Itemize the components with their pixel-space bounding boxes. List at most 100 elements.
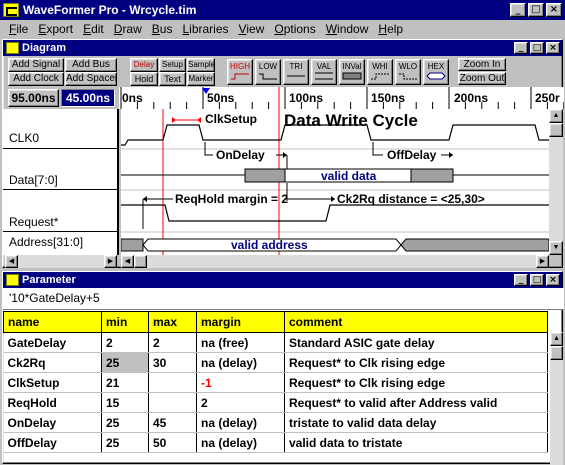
wlo-button[interactable]: WLO xyxy=(395,59,421,85)
formula-input[interactable]: '10*GateDelay+5 xyxy=(3,288,564,310)
cell-margin[interactable]: na (delay) xyxy=(196,432,285,453)
column-header-min[interactable]: min xyxy=(101,311,149,333)
hold-button[interactable]: Hold xyxy=(130,72,158,86)
signal-clk0[interactable]: CLK0 xyxy=(3,109,117,149)
table-row[interactable]: ClkSetup 21 -1 Request* to Clk rising ed… xyxy=(3,372,548,393)
cell-margin[interactable]: na (delay) xyxy=(196,352,285,373)
cell-margin[interactable]: na (delay) xyxy=(196,412,285,433)
parameter-vertical-scrollbar[interactable]: ▲ xyxy=(550,332,563,465)
diagram-vertical-scrollbar[interactable]: ▲ ▼ xyxy=(549,109,563,255)
cell-min[interactable]: 15 xyxy=(101,392,149,413)
close-button[interactable]: × xyxy=(546,3,562,17)
offdelay-label[interactable]: OffDelay xyxy=(387,148,437,162)
inval-button[interactable]: INVal xyxy=(339,59,365,85)
cell-name[interactable]: Ck2Rq xyxy=(3,352,102,373)
whi-button[interactable]: WHI xyxy=(367,59,393,85)
parameter-close-button[interactable]: × xyxy=(546,274,560,286)
address-invalid-region[interactable] xyxy=(400,238,549,252)
cell-min[interactable]: 25 xyxy=(101,432,149,453)
cell-comment[interactable]: Request* to Clk rising edge xyxy=(284,372,548,393)
marker-button[interactable]: Marker xyxy=(187,72,215,86)
menu-edit[interactable]: Edit xyxy=(78,22,109,36)
minimize-button[interactable]: _ xyxy=(510,3,526,17)
scroll-thumb[interactable] xyxy=(549,123,563,137)
scroll-right-icon[interactable]: ▶ xyxy=(536,255,549,268)
cell-margin[interactable]: na (free) xyxy=(196,332,285,353)
cell-name[interactable]: ReqHold xyxy=(3,392,102,413)
request-waveform[interactable] xyxy=(121,204,549,222)
data-invalid-region[interactable] xyxy=(410,168,454,183)
add-spacer-button[interactable]: Add Spacer xyxy=(65,72,117,86)
table-row[interactable]: ReqHold 15 2 Request* to valid after Add… xyxy=(3,392,548,413)
menu-view[interactable]: View xyxy=(234,22,270,36)
cell-max[interactable]: 45 xyxy=(148,412,197,433)
cell-max[interactable]: 30 xyxy=(148,352,197,373)
scroll-up-icon[interactable]: ▲ xyxy=(550,332,563,346)
column-header-name[interactable]: name xyxy=(3,311,102,333)
low-button[interactable]: LOW xyxy=(255,59,281,85)
add-signal-button[interactable]: Add Signal xyxy=(8,58,64,72)
diagram-minimize-button[interactable]: _ xyxy=(514,42,528,54)
hex-button[interactable]: HEX xyxy=(423,59,449,85)
maximize-button[interactable]: □ xyxy=(528,3,544,17)
cell-min[interactable]: 25 xyxy=(101,352,149,373)
menu-draw[interactable]: Draw xyxy=(109,22,147,36)
delay-button[interactable]: Delay xyxy=(130,58,158,72)
zoom-in-button[interactable]: Zoom In xyxy=(458,58,506,71)
signal-address[interactable]: Address[31:0] xyxy=(3,232,117,255)
cell-max[interactable]: 2 xyxy=(148,332,197,353)
cell-max[interactable] xyxy=(148,372,197,393)
menu-file[interactable]: File xyxy=(4,22,33,36)
scroll-thumb[interactable] xyxy=(550,346,563,360)
diagram-maximize-button[interactable]: □ xyxy=(530,42,544,54)
cell-name[interactable]: GateDelay xyxy=(3,332,102,353)
menu-window[interactable]: Window xyxy=(321,22,374,36)
cell-comment[interactable]: tristate to valid data delay xyxy=(284,412,548,433)
tri-button[interactable]: TRI xyxy=(283,59,309,85)
scroll-left-icon[interactable]: ◀ xyxy=(121,255,134,268)
cell-max[interactable] xyxy=(148,392,197,413)
table-row[interactable]: GateDelay 2 2 na (free) Standard ASIC ga… xyxy=(3,332,548,353)
scroll-down-icon[interactable]: ▼ xyxy=(549,241,563,255)
setup-button[interactable]: Setup xyxy=(159,58,186,72)
menu-bus[interactable]: Bus xyxy=(147,22,178,36)
data-invalid-region[interactable] xyxy=(244,168,286,183)
cell-name[interactable]: OffDelay xyxy=(3,432,102,453)
address-invalid-region[interactable] xyxy=(121,238,144,252)
signal-data[interactable]: Data[7:0] xyxy=(3,149,117,190)
cell-comment[interactable]: Standard ASIC gate delay xyxy=(284,332,548,353)
cell-min[interactable]: 25 xyxy=(101,412,149,433)
cell-comment[interactable]: Request* to valid after Address valid xyxy=(284,392,548,413)
ondelay-label[interactable]: OnDelay xyxy=(216,148,265,162)
waveform-hscrollbar[interactable]: ◀ ▶ xyxy=(121,255,549,268)
text-button[interactable]: Text xyxy=(159,72,186,86)
cell-margin[interactable]: 2 xyxy=(196,392,285,413)
val-button[interactable]: VAL xyxy=(311,59,337,85)
high-button[interactable]: HIGH xyxy=(227,59,253,85)
zoom-out-button[interactable]: Zoom Out xyxy=(458,72,506,85)
signal-panel-hscrollbar[interactable]: ◀ ▶ xyxy=(5,255,117,268)
add-clock-button[interactable]: Add Clock xyxy=(8,72,64,86)
diagram-close-button[interactable]: × xyxy=(546,42,560,54)
cell-comment[interactable]: Request* to Clk rising edge xyxy=(284,352,548,373)
scroll-thumb[interactable] xyxy=(134,255,147,268)
menu-options[interactable]: Options xyxy=(269,22,320,36)
cell-name[interactable]: OnDelay xyxy=(3,412,102,433)
cell-min[interactable]: 21 xyxy=(101,372,149,393)
table-row[interactable]: Ck2Rq 25 30 na (delay) Request* to Clk r… xyxy=(3,352,548,373)
parameter-minimize-button[interactable]: _ xyxy=(514,274,528,286)
table-row[interactable]: OnDelay 25 45 na (delay) tristate to val… xyxy=(3,412,548,433)
parameter-maximize-button[interactable]: □ xyxy=(530,274,544,286)
cell-name[interactable]: ClkSetup xyxy=(3,372,102,393)
column-header-max[interactable]: max xyxy=(148,311,197,333)
column-header-margin[interactable]: margin xyxy=(196,311,285,333)
scroll-right-icon[interactable]: ▶ xyxy=(104,255,117,268)
add-bus-button[interactable]: Add Bus xyxy=(65,58,117,72)
menu-help[interactable]: Help xyxy=(373,22,408,36)
cell-max[interactable]: 50 xyxy=(148,432,197,453)
reqhold-label[interactable]: ReqHold margin = 2 xyxy=(175,192,288,206)
table-row[interactable]: OffDelay 25 50 na (delay) valid data to … xyxy=(3,432,548,453)
cell-margin[interactable]: -1 xyxy=(196,372,285,393)
clksetup-label[interactable]: ClkSetup xyxy=(205,112,257,126)
scroll-up-icon[interactable]: ▲ xyxy=(549,109,563,123)
